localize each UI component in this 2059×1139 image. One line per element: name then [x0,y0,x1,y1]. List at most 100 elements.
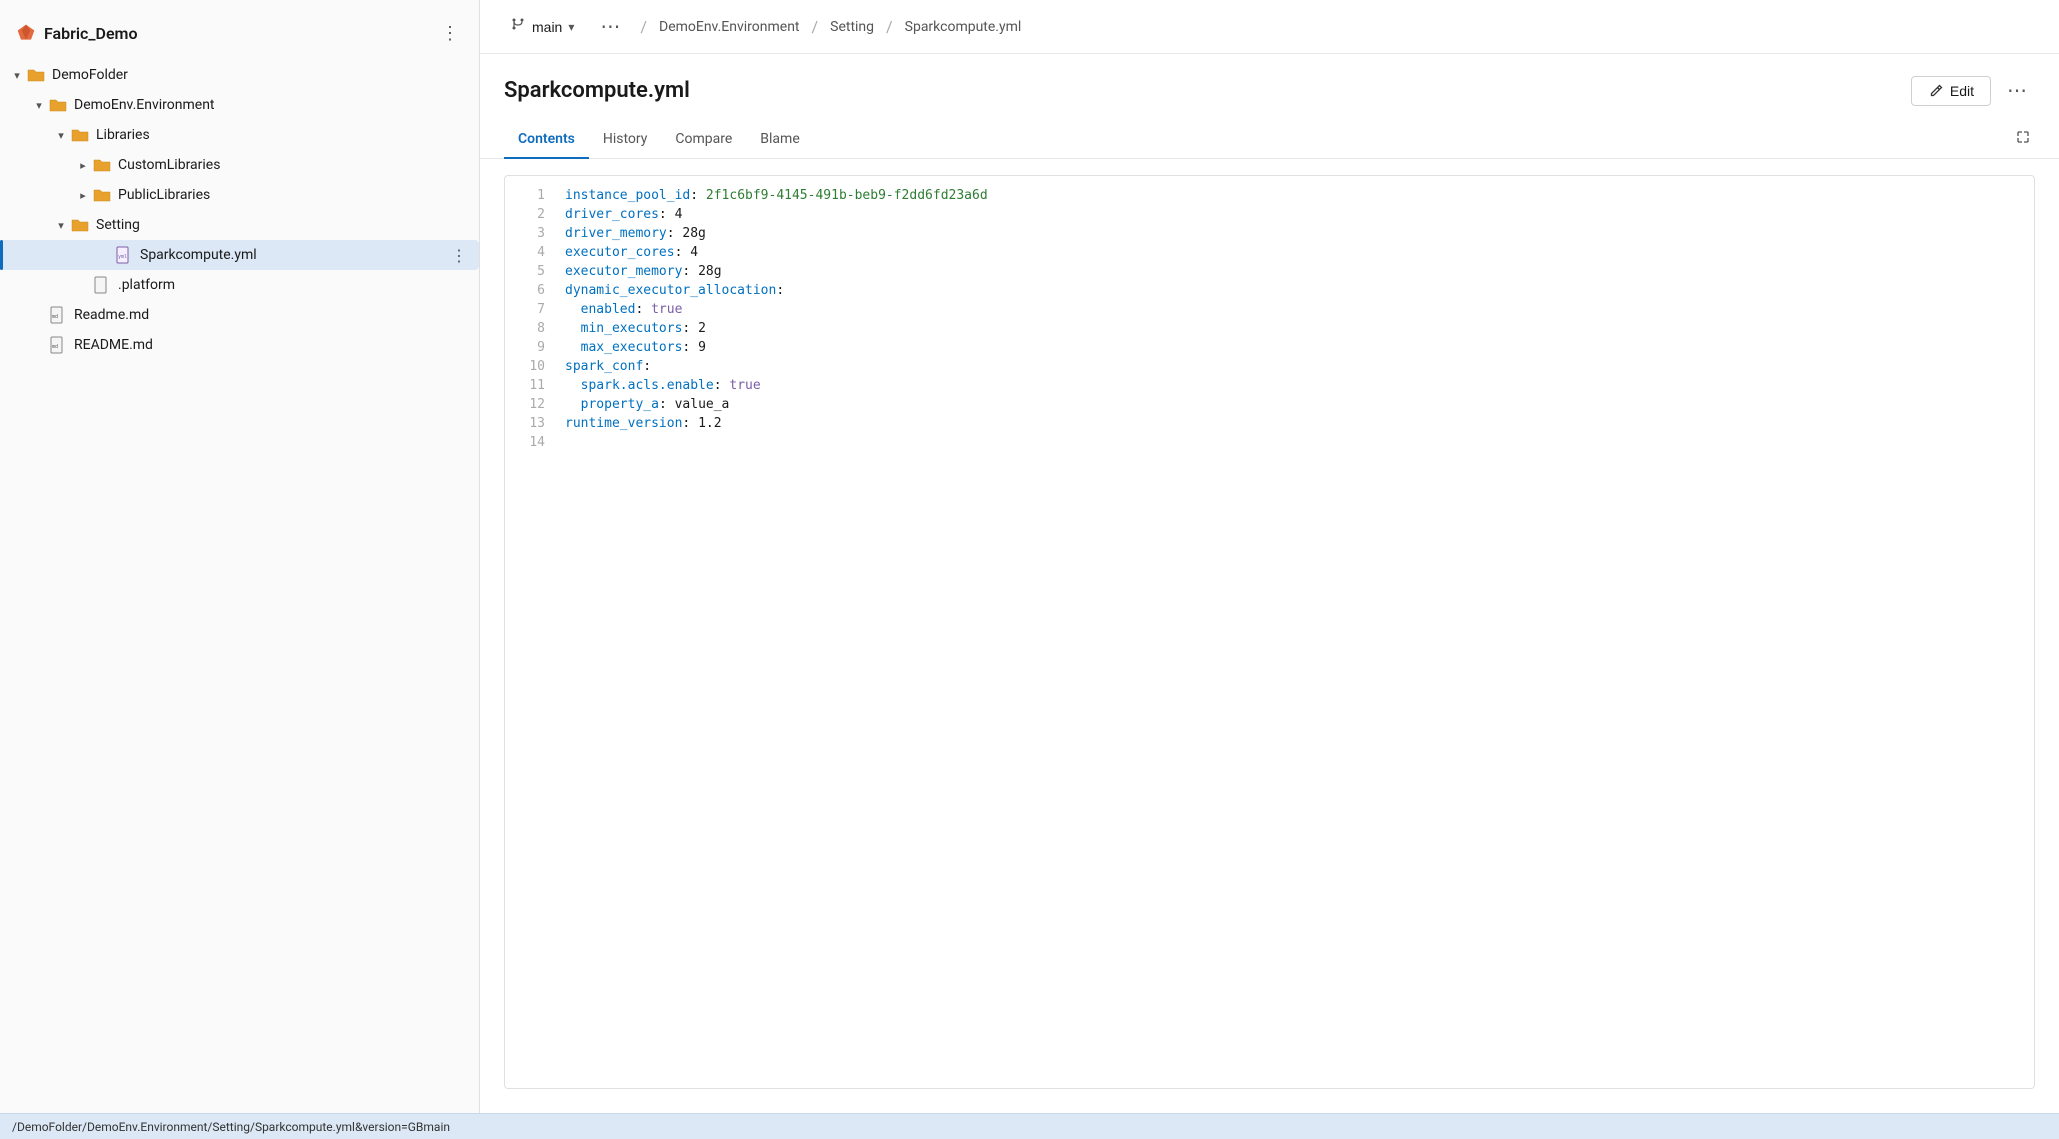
folder-icon [92,185,112,205]
line-number: 8 [505,319,557,338]
tree-item-label: PublicLibraries [118,187,471,203]
line-content: executor_cores: 4 [557,243,2034,262]
tree-item-actions-button[interactable]: ⋮ [451,246,471,265]
tree-item-readmemd[interactable]: md Readme.md [0,300,479,330]
tree-item-label: README.md [74,337,471,353]
line-number: 12 [505,395,557,414]
code-line: 2driver_cores: 4 [505,205,2034,224]
line-number: 14 [505,433,557,452]
chevron-right-icon: ▸ [74,156,92,174]
breadcrumb-sep-1: / [640,17,647,36]
tree-item-label: Readme.md [74,307,471,323]
top-bar-more-button[interactable]: ⋯ [592,10,628,43]
chevron-down-icon: ▾ [30,96,48,114]
tab-blame[interactable]: Blame [746,121,813,159]
breadcrumb-file[interactable]: Sparkcompute.yml [905,19,1022,35]
line-number: 2 [505,205,557,224]
line-content [557,433,2034,437]
folder-icon [70,215,90,235]
tree-item-customlibraries[interactable]: ▸CustomLibraries [0,150,479,180]
line-number: 10 [505,357,557,376]
line-content: instance_pool_id: 2f1c6bf9-4145-491b-beb… [557,186,2034,205]
breadcrumb-sep-3: / [886,17,893,36]
status-bar: /DemoFolder/DemoEnv.Environment/Setting/… [0,1113,2059,1139]
line-content: enabled: true [557,300,2034,319]
tree-item-sparkcompute[interactable]: yml Sparkcompute.yml⋮ [0,240,479,270]
line-number: 4 [505,243,557,262]
tree-item-demofolder[interactable]: ▾DemoFolder [0,60,479,90]
tree-item-label: DemoFolder [52,67,471,83]
file-header: Sparkcompute.yml Edit ⋯ [480,54,2059,107]
line-content: spark_conf: [557,357,2034,376]
sidebar-app-title: Fabric_Demo [44,24,138,43]
code-line: 14 [505,433,2034,452]
folder-icon [70,125,90,145]
line-content: min_executors: 2 [557,319,2034,338]
line-number: 1 [505,186,557,205]
line-number: 6 [505,281,557,300]
folder-icon [26,65,46,85]
line-number: 9 [505,338,557,357]
line-content: executor_memory: 28g [557,262,2034,281]
file-tree: ▾DemoFolder▾DemoEnv.Environment▾Librarie… [0,60,479,360]
md-file-icon: md [48,305,68,325]
code-line: 10spark_conf: [505,357,2034,376]
branch-name-label: main [532,19,562,35]
code-line: 11 spark.acls.enable: true [505,376,2034,395]
code-line: 12 property_a: value_a [505,395,2034,414]
file-header-more-button[interactable]: ⋯ [1999,74,2035,107]
line-content: property_a: value_a [557,395,2034,414]
breadcrumb-setting[interactable]: Setting [830,19,874,35]
line-content: max_executors: 9 [557,338,2034,357]
tree-item-publiclibraries[interactable]: ▸PublicLibraries [0,180,479,210]
chevron-down-icon: ▾ [52,216,70,234]
tabs-row: ContentsHistoryCompareBlame [480,121,2059,159]
tree-item-readMEmd[interactable]: md README.md [0,330,479,360]
status-path: /DemoFolder/DemoEnv.Environment/Setting/… [12,1120,450,1134]
top-bar: main ▾ ⋯ / DemoEnv.Environment / Setting… [480,0,2059,54]
tree-item-label: DemoEnv.Environment [74,97,471,113]
edit-button[interactable]: Edit [1911,76,1991,106]
code-viewer: 1instance_pool_id: 2f1c6bf9-4145-491b-be… [504,175,2035,1089]
file-icon [92,275,112,295]
tree-item-label: .platform [118,277,471,293]
svg-text:yml: yml [118,254,127,260]
tree-item-label: Sparkcompute.yml [140,247,451,263]
line-number: 7 [505,300,557,319]
main-content: main ▾ ⋯ / DemoEnv.Environment / Setting… [480,0,2059,1113]
sidebar-title-row: Fabric_Demo [16,23,138,43]
line-content: runtime_version: 1.2 [557,414,2034,433]
code-line: 9 max_executors: 9 [505,338,2034,357]
line-content: spark.acls.enable: true [557,376,2034,395]
tabs-container: ContentsHistoryCompareBlame [504,121,814,158]
line-content: driver_cores: 4 [557,205,2034,224]
chevron-down-icon: ▾ [52,126,70,144]
code-line: 6dynamic_executor_allocation: [505,281,2034,300]
tab-history[interactable]: History [589,121,662,159]
sidebar-more-button[interactable]: ⋮ [437,20,463,46]
tree-item-platform[interactable]: .platform [0,270,479,300]
folder-icon [48,95,68,115]
edit-label: Edit [1950,83,1974,99]
breadcrumb-demoenv[interactable]: DemoEnv.Environment [659,19,800,35]
branch-selector-button[interactable]: main ▾ [500,12,584,41]
edit-icon [1928,83,1944,99]
svg-text:md: md [52,314,58,320]
tree-item-label: Libraries [96,127,471,143]
tree-item-libraries[interactable]: ▾ Libraries [0,120,479,150]
tab-compare[interactable]: Compare [661,121,746,159]
tree-item-label: Setting [96,217,471,233]
md-file-icon: md [48,335,68,355]
tab-contents[interactable]: Contents [504,121,589,159]
tree-item-demoenv[interactable]: ▾ DemoEnv.Environment [0,90,479,120]
line-number: 13 [505,414,557,433]
svg-text:md: md [52,344,58,350]
code-line: 3driver_memory: 28g [505,224,2034,243]
branch-icon [510,16,526,37]
code-line: 5executor_memory: 28g [505,262,2034,281]
breadcrumb-sep-2: / [812,17,819,36]
line-content: driver_memory: 28g [557,224,2034,243]
expand-button[interactable] [2011,125,2035,154]
sidebar-header: Fabric_Demo ⋮ [0,10,479,60]
tree-item-setting[interactable]: ▾ Setting [0,210,479,240]
